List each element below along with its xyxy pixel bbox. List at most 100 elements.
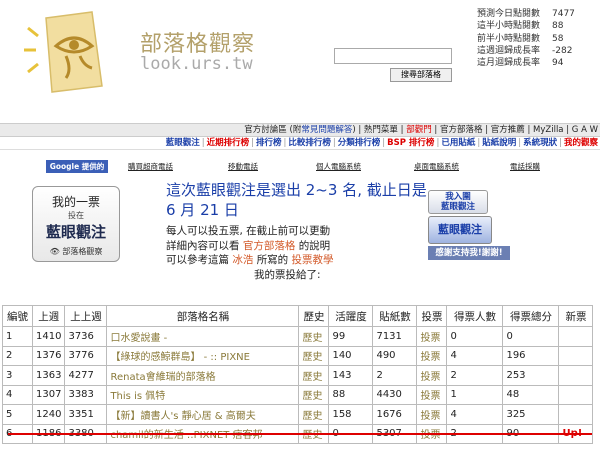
blog-name-link[interactable]: 【綠球的感鯨群島】 - :: PIXNE (106, 345, 300, 366)
table-cell: 3736 (64, 326, 108, 347)
stat-label: 預測今日點閱數 (477, 9, 541, 19)
vote-banner[interactable]: 我的一票 投在 藍眼觀注 👁 部落格觀察 (32, 186, 120, 262)
stat-value: 7477 (552, 9, 575, 19)
nav-item[interactable]: 貼紙說明 (482, 138, 516, 148)
author-link[interactable]: 冰浩 (232, 254, 253, 266)
table-cell: 4277 (64, 365, 108, 386)
ad-link[interactable]: 購買超商電話 (128, 161, 173, 173)
vote-link[interactable]: 投票 (416, 326, 448, 347)
ads-label: Google 提供的廣告 (46, 160, 108, 184)
table-row: 2 1376 3776 【綠球的感鯨群島】 - :: PIXNE 歷史 140 490 投票 4… (2, 345, 594, 366)
column-header[interactable]: 投票 (416, 305, 448, 327)
table-cell: 1307 (31, 384, 66, 405)
nav-text[interactable]: | 官方部落格 | 官方推薦 | (434, 125, 530, 135)
new-badge (558, 365, 594, 386)
column-header[interactable]: 上上週 (64, 305, 108, 327)
history-link[interactable]: 歷史 (298, 365, 330, 386)
support-button[interactable]: 感謝支持我!謝謝! (428, 246, 510, 260)
eye-logo-icon[interactable] (22, 6, 106, 96)
nav-separator: | (332, 138, 336, 148)
search-input[interactable] (334, 48, 452, 64)
tutorial-link[interactable]: 投票教學 (292, 254, 334, 266)
nav-item[interactable]: 藍眼觀注 (166, 138, 200, 148)
ad-link[interactable]: 桌面電腦系統 (414, 161, 459, 173)
myzilla-link[interactable]: MyZilla (533, 125, 563, 135)
history-link[interactable]: 歷史 (298, 384, 330, 405)
hot-link[interactable]: 部觀門 (406, 125, 432, 135)
nav-separator: | (559, 138, 562, 148)
column-header[interactable]: 上週 (31, 305, 66, 327)
table-cell: 1676 (372, 404, 418, 425)
new-badge (558, 326, 594, 347)
stat-label: 前半小時點閱數 (477, 33, 541, 44)
stat-value: 94 (552, 58, 564, 69)
top-nav: 官方討論區 (附常見問題解答) | 熱門菜單 | 部觀門 | 官方部落格 | 官… (0, 123, 600, 137)
history-link[interactable]: 歷史 (298, 345, 330, 366)
nav-separator: | (518, 138, 522, 148)
vote-button[interactable]: 藍眼觀注 (428, 216, 492, 244)
table-cell: 325 (502, 404, 560, 425)
table-row: 1 1410 3736 口水愛說畫 - 歷史 99 7131 投票 0 0 (2, 326, 594, 347)
header: 部落格觀察 look.urs.tw 搜尋部落格 預測今日點閱數 7477 這半小時… (0, 0, 600, 116)
nav-text[interactable]: | G A W (566, 125, 598, 135)
join-button[interactable]: 我入圍 藍眼觀注 (428, 190, 488, 214)
vote-link[interactable]: 投票 (416, 404, 448, 425)
table-header: 編號 上週 上上週 部落格名稱 歷史 活躍度 貼紙數 投票 得票人數 得票總分 新票 (2, 305, 594, 327)
table-cell: 2 (372, 365, 418, 386)
nav-item[interactable]: 已用貼紙 (441, 138, 475, 148)
column-header[interactable]: 活躍度 (328, 305, 374, 327)
column-header[interactable]: 得票人數 (446, 305, 504, 327)
column-header[interactable]: 貼紙數 (372, 305, 418, 327)
nav-item[interactable]: 比較排行榜 (288, 138, 331, 148)
nav-item[interactable]: 我的觀察 (564, 138, 598, 148)
column-header[interactable]: 部落格名稱 (106, 305, 300, 327)
nav-item[interactable]: 分類排行榜 (338, 138, 381, 148)
vote-link[interactable]: 投票 (416, 365, 448, 386)
ad-link[interactable]: 電話採購 (510, 161, 540, 173)
nav-separator: | (201, 138, 205, 148)
blog-name-link[interactable]: 口水愛說畫 - (106, 326, 300, 347)
table-cell: 48 (502, 384, 560, 405)
vote-message-title: 這次藍眼觀注是選出 2~3 名, 截止日是 6 月 21 日 (166, 181, 427, 219)
table-body: 1 1410 3736 口水愛說畫 - 歷史 99 7131 投票 0 0 2 1376 3776 【綠球… (2, 326, 594, 444)
table-cell: 4 (2, 384, 33, 405)
message-text: 詳細內容可以看 (166, 239, 240, 252)
vote-link[interactable]: 投票 (416, 384, 448, 405)
ad-link[interactable]: 移動電話 (228, 161, 258, 173)
nav-item[interactable]: 排行榜 (256, 138, 282, 148)
faq-link[interactable]: 常見問題解答 (301, 125, 352, 135)
history-link[interactable]: 歷史 (298, 404, 330, 425)
eye-icon: 👁 (49, 247, 60, 256)
column-header[interactable]: 編號 (2, 305, 33, 327)
blog-name-link[interactable]: 【新】讀書人's 靜心居 & 高爾夫 (106, 404, 300, 425)
table-cell: 2 (2, 345, 33, 366)
search-button[interactable]: 搜尋部落格 (390, 68, 452, 82)
table-cell: 4430 (372, 384, 418, 405)
blog-name-link[interactable]: This is 佩特 (106, 384, 300, 405)
nav-text[interactable]: ) | 熱門菜單 | (352, 125, 403, 135)
stat-label: 這半小時點閱數 (477, 21, 541, 32)
blog-name-link[interactable]: Renata會維瑞的部落格 (106, 365, 300, 386)
site-url: look.urs.tw (140, 54, 253, 74)
table-row: 4 1307 3383 This is 佩特 歷史 88 4430 投票 1 48 (2, 384, 594, 405)
vote-link[interactable]: 投票 (416, 345, 448, 366)
nav-separator: | (382, 138, 386, 148)
table-cell: 0 (446, 326, 504, 347)
ad-link[interactable]: 個人電腦系統 (316, 161, 361, 173)
table-cell: 1410 (31, 326, 66, 347)
red-underline (8, 433, 592, 435)
column-header[interactable]: 新票 (558, 305, 594, 327)
column-header[interactable]: 得票總分 (502, 305, 560, 327)
official-blog-link[interactable]: 官方部落格 (243, 240, 296, 252)
message-text: 可以參考這篇 (166, 254, 229, 266)
nav-item[interactable]: 近期排行榜 (207, 138, 250, 148)
new-badge (558, 345, 594, 366)
nav-item[interactable]: BSP 排行榜 (387, 138, 434, 148)
table-cell: 4 (446, 404, 504, 425)
history-link[interactable]: 歷史 (298, 326, 330, 347)
column-header[interactable]: 歷史 (298, 305, 330, 327)
banner-line: 我的一票 (51, 195, 100, 209)
nav-item[interactable]: 系統現狀 (523, 138, 557, 148)
stat-row: 這月迴歸成長率 94 (477, 57, 575, 69)
nav-text[interactable]: 官方討論區 (附 (244, 125, 301, 135)
